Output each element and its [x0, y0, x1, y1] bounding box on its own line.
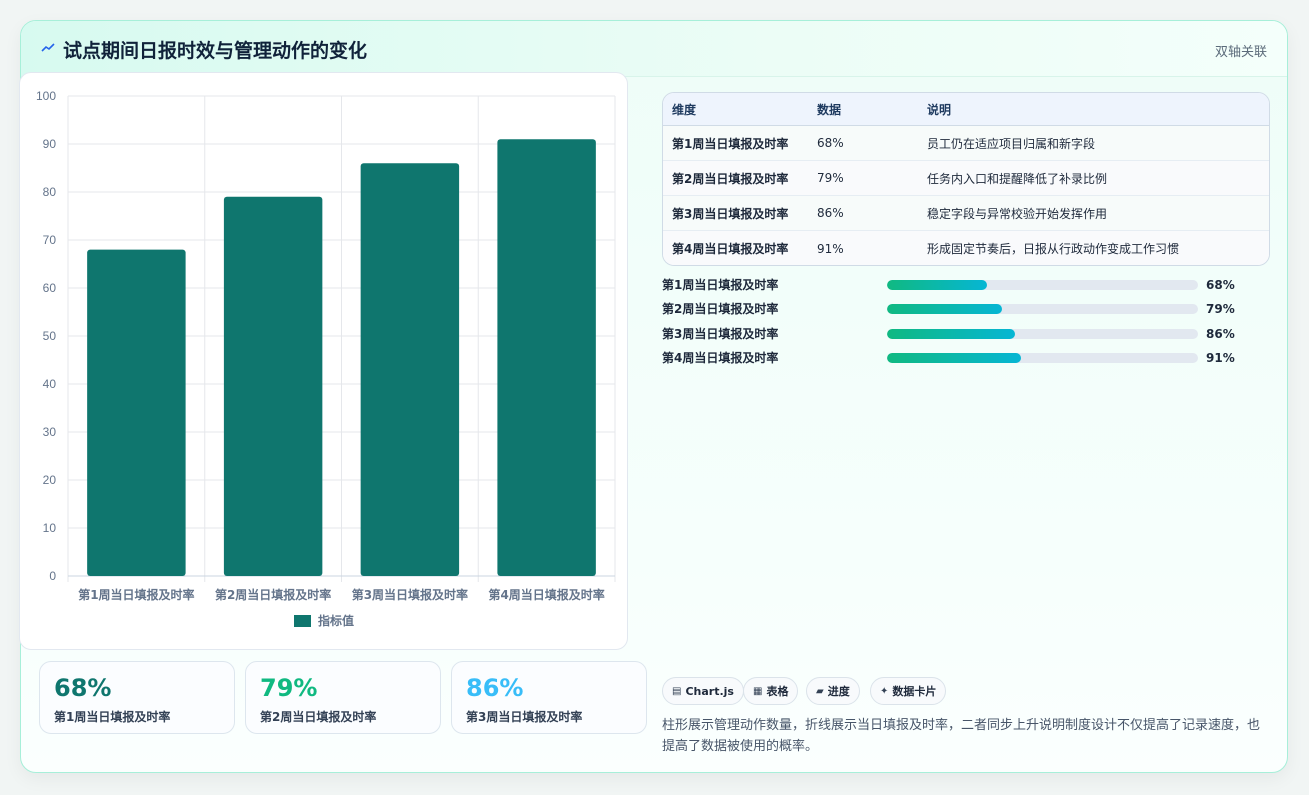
progress-track — [887, 353, 1198, 363]
chip-label: 表格 — [766, 685, 789, 698]
progress-fill — [887, 304, 1003, 314]
progress-icon: ▰ — [816, 685, 824, 697]
stat-label: 第2周当日填报及时率 — [260, 710, 377, 724]
progress-label: 第2周当日填报及时率 — [662, 302, 779, 316]
table-cell-note: 稳定字段与异常校验开始发挥作用 — [927, 206, 1108, 221]
table-icon: ▦ — [753, 685, 763, 697]
stat-card-1: 68% 第1周当日填报及时率 — [39, 661, 235, 734]
progress-value: 79% — [1206, 302, 1235, 316]
table-header: 维度 数据 说明 — [663, 93, 1269, 126]
data-table: 维度 数据 说明 第1周当日填报及时率 68% 员工仍在适应项目归属和新字段 第… — [662, 92, 1270, 266]
x-tick-label: 第1周当日填报及时率 — [78, 587, 194, 602]
card-header: 试点期间日报时效与管理动作的变化 双轴关联 — [21, 21, 1287, 77]
header-badge: 双轴关联 — [1214, 45, 1267, 60]
progress-value: 86% — [1206, 327, 1235, 341]
stat-value: 79% — [260, 674, 318, 702]
chip-progress[interactable]: ▰ 进度 — [806, 677, 860, 705]
stat-value: 86% — [466, 674, 524, 702]
y-tick-label: 10 — [43, 521, 57, 535]
progress-fill — [887, 280, 987, 290]
y-tick-label: 20 — [43, 473, 57, 487]
table-row: 第4周当日填报及时率 91% 形成固定节奏后，日报从行政动作变成工作习惯 — [663, 231, 1269, 265]
table-cell-note: 任务内入口和提醒降低了补录比例 — [927, 171, 1108, 186]
table-cell-dimension: 第4周当日填报及时率 — [672, 242, 789, 256]
chart-icon: ▤ — [672, 685, 682, 697]
table-cell-data: 68% — [817, 136, 844, 150]
progress-fill — [887, 353, 1021, 363]
y-tick-label: 0 — [49, 569, 56, 583]
table-row: 第2周当日填报及时率 79% 任务内入口和提醒降低了补录比例 — [663, 161, 1269, 196]
chip-label: 数据卡片 — [892, 685, 937, 698]
progress-track — [887, 304, 1198, 314]
table-cell-note: 形成固定节奏后，日报从行政动作变成工作习惯 — [927, 242, 1180, 256]
bar — [360, 163, 460, 576]
progress-value: 91% — [1206, 351, 1235, 365]
table-cell-data: 86% — [817, 206, 844, 220]
progress-track — [887, 329, 1198, 339]
progress-label: 第4周当日填报及时率 — [662, 351, 779, 365]
column-header: 维度 — [672, 102, 697, 117]
y-tick-label: 50 — [43, 329, 57, 343]
chip-label: Chart.js — [685, 684, 734, 698]
x-tick-label: 第4周当日填报及时率 — [488, 587, 604, 602]
y-tick-label: 100 — [36, 89, 56, 103]
progress-fill — [887, 329, 1015, 339]
x-tick-label: 第2周当日填报及时率 — [215, 587, 331, 602]
stat-label: 第1周当日填报及时率 — [54, 710, 171, 724]
legend-swatch — [294, 615, 311, 627]
table-cell-data: 79% — [817, 171, 844, 185]
chip-data-card[interactable]: ✦ 数据卡片 — [870, 677, 947, 705]
progress-track — [887, 280, 1198, 290]
chip-chartjs[interactable]: ▤ Chart.js — [662, 677, 744, 705]
stat-card-3: 86% 第3周当日填报及时率 — [451, 661, 647, 734]
column-header: 数据 — [817, 102, 842, 117]
progress-row-4: 第4周当日填报及时率 91% — [662, 349, 1270, 367]
column-header: 说明 — [927, 102, 952, 117]
x-tick-label: 第3周当日填报及时率 — [352, 587, 468, 602]
page-title: 试点期间日报时效与管理动作的变化 — [63, 40, 368, 62]
chip-table[interactable]: ▦ 表格 — [743, 677, 799, 705]
stat-label: 第3周当日填报及时率 — [466, 710, 583, 724]
progress-label: 第3周当日填报及时率 — [662, 327, 779, 341]
trend-icon — [41, 43, 55, 52]
bar — [497, 139, 596, 576]
progress-value: 68% — [1206, 278, 1235, 292]
table-cell-dimension: 第1周当日填报及时率 — [672, 136, 789, 151]
bar — [87, 249, 186, 576]
progress-row-3: 第3周当日填报及时率 86% — [662, 325, 1270, 343]
y-tick-label: 80 — [43, 185, 57, 199]
progress-row-2: 第2周当日填报及时率 79% — [662, 300, 1270, 318]
bar — [223, 196, 323, 577]
table-row: 第3周当日填报及时率 86% 稳定字段与异常校验开始发挥作用 — [663, 196, 1269, 231]
chart-panel: 0 10 20 30 40 50 60 70 80 90 100 第1周当日填报及时率 第2周当日填报及… — [19, 72, 628, 650]
chip-label: 进度 — [827, 685, 850, 698]
legend-label: 指标值 — [318, 613, 354, 628]
table-cell-dimension: 第3周当日填报及时率 — [672, 206, 789, 221]
bar-chart: 0 10 20 30 40 50 60 70 80 90 100 第1周当日填报及时率 第2周当日填报及… — [36, 89, 616, 628]
sparkle-icon: ✦ — [880, 685, 889, 697]
table-cell-note: 员工仍在适应项目归属和新字段 — [927, 136, 1096, 151]
footnote: 柱形展示管理动作数量，折线展示当日填报及时率，二者同步上升说明制度设计不仅提高了… — [662, 718, 1261, 754]
table-row: 第1周当日填报及时率 68% 员工仍在适应项目归属和新字段 — [663, 126, 1269, 161]
stat-card-2: 79% 第2周当日填报及时率 — [245, 661, 441, 734]
y-tick-label: 40 — [43, 377, 57, 391]
y-tick-label: 30 — [43, 425, 57, 439]
y-tick-label: 90 — [43, 137, 57, 151]
table-cell-data: 91% — [817, 241, 844, 256]
progress-row-1: 第1周当日填报及时率 68% — [662, 276, 1270, 294]
progress-label: 第1周当日填报及时率 — [662, 278, 779, 292]
table-cell-dimension: 第2周当日填报及时率 — [672, 171, 789, 186]
stat-value: 68% — [54, 674, 112, 702]
y-tick-label: 70 — [43, 233, 57, 247]
y-tick-label: 60 — [43, 281, 57, 295]
